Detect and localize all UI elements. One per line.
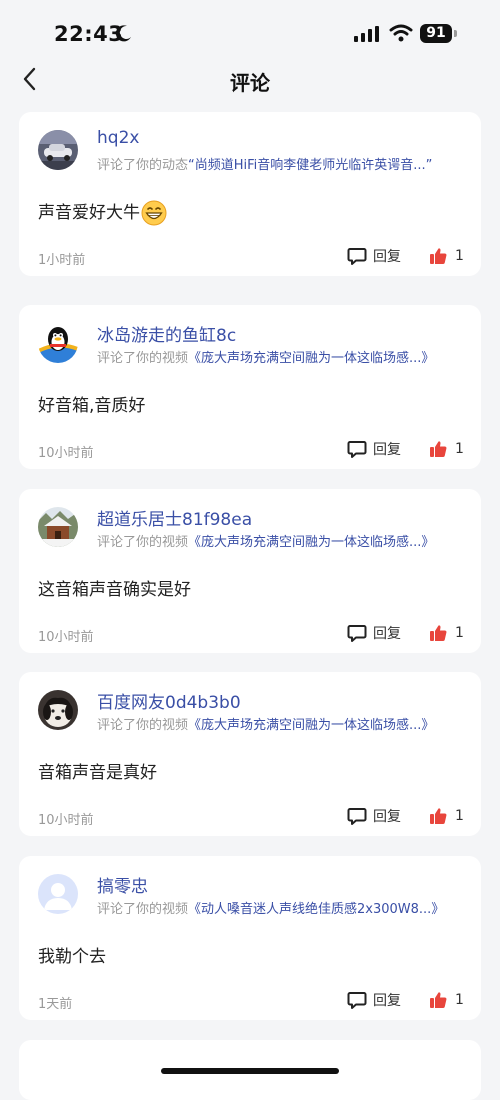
like-count: 1 xyxy=(455,625,464,641)
grinning-emoji-icon xyxy=(141,200,167,226)
username[interactable]: 超道乐居士81f98ea xyxy=(97,505,252,530)
comment-action: 评论了你的动态 xyxy=(97,158,189,173)
avatar[interactable] xyxy=(38,130,78,170)
like-count: 1 xyxy=(455,248,464,264)
reply-label: 回复 xyxy=(373,442,401,458)
comment-text: 音箱声音是真好 xyxy=(38,763,157,783)
moon-icon xyxy=(115,25,131,42)
avatar[interactable] xyxy=(38,507,78,547)
comment-context: 评论了你的视频《庞大声场充满空间融为一体这临场感...》 xyxy=(97,347,434,366)
comment-text: 我勒个去 xyxy=(38,947,106,967)
avatar[interactable] xyxy=(38,874,78,914)
like-button[interactable]: 1 xyxy=(429,438,464,460)
target-link[interactable]: “尚频道HiFi音响李健老师光临许英谔音...” xyxy=(188,158,432,173)
comment-context: 评论了你的视频《动人嗓音迷人声线绝佳质感2x300W8...》 xyxy=(97,898,444,917)
username[interactable]: 冰岛游走的鱼缸8c xyxy=(97,321,236,346)
comment-bubble-icon xyxy=(347,441,367,458)
comment-text: 好音箱,音质好 xyxy=(38,396,146,416)
timestamp: 10小时前 xyxy=(38,813,94,828)
comment-action: 评论了你的视频 xyxy=(97,535,189,550)
reply-label: 回复 xyxy=(373,993,401,1009)
thumbs-up-icon xyxy=(430,441,447,458)
like-count: 1 xyxy=(455,992,464,1008)
comment-context: 评论了你的视频《庞大声场充满空间融为一体这临场感...》 xyxy=(97,714,434,733)
reply-label: 回复 xyxy=(373,809,401,825)
comment-card[interactable]: 百度网友0d4b3b0 评论了你的视频《庞大声场充满空间融为一体这临场感...》… xyxy=(19,672,481,836)
home-indicator[interactable] xyxy=(161,1068,339,1074)
target-link[interactable]: 《动人嗓音迷人声线绝佳质感2x300W8...》 xyxy=(188,902,444,917)
comment-text: 声音爱好大牛 xyxy=(38,198,167,226)
target-link[interactable]: 《庞大声场充满空间融为一体这临场感...》 xyxy=(188,351,434,366)
timestamp: 10小时前 xyxy=(38,630,94,645)
reply-button[interactable]: 回复 xyxy=(347,438,401,460)
like-count: 1 xyxy=(455,441,464,457)
comment-action: 评论了你的视频 xyxy=(97,902,189,917)
comment-bubble-icon xyxy=(347,625,367,642)
timestamp: 1天前 xyxy=(38,997,73,1012)
reply-button[interactable]: 回复 xyxy=(347,245,401,267)
timestamp: 1小时前 xyxy=(38,253,86,268)
comment-context: 评论了你的视频《庞大声场充满空间融为一体这临场感...》 xyxy=(97,531,434,550)
reply-button[interactable]: 回复 xyxy=(347,805,401,827)
thumbs-up-icon xyxy=(430,625,447,642)
reply-label: 回复 xyxy=(373,249,401,265)
comment-bubble-icon xyxy=(347,808,367,825)
comment-context: 评论了你的动态“尚频道HiFi音响李健老师光临许英谔音...” xyxy=(97,154,432,173)
like-button[interactable]: 1 xyxy=(429,245,464,267)
signal-icon xyxy=(354,26,379,42)
like-button[interactable]: 1 xyxy=(429,989,464,1011)
battery-indicator: 91 xyxy=(420,24,452,43)
avatar[interactable] xyxy=(38,323,78,363)
wifi-icon xyxy=(389,24,413,42)
thumbs-up-icon xyxy=(430,808,447,825)
reply-label: 回复 xyxy=(373,626,401,642)
comment-action: 评论了你的视频 xyxy=(97,351,189,366)
status-time: 22:43 xyxy=(54,22,124,46)
timestamp: 10小时前 xyxy=(38,446,94,461)
comment-bubble-icon xyxy=(347,248,367,265)
thumbs-up-icon xyxy=(430,992,447,1009)
comment-text-body: 声音爱好大牛 xyxy=(38,203,140,223)
target-link[interactable]: 《庞大声场充满空间融为一体这临场感...》 xyxy=(188,535,434,550)
comment-action: 评论了你的视频 xyxy=(97,718,189,733)
comment-text: 这音箱声音确实是好 xyxy=(38,580,191,600)
like-count: 1 xyxy=(455,808,464,824)
page-title: 评论 xyxy=(230,71,270,95)
comment-card[interactable]: 超道乐居士81f98ea 评论了你的视频《庞大声场充满空间融为一体这临场感...… xyxy=(19,489,481,653)
avatar[interactable] xyxy=(38,690,78,730)
nav-bar: 评论 xyxy=(0,60,500,100)
thumbs-up-icon xyxy=(430,248,447,265)
status-bar: 22:43 91 xyxy=(0,0,500,64)
comment-card[interactable]: 冰岛游走的鱼缸8c 评论了你的视频《庞大声场充满空间融为一体这临场感...》 好… xyxy=(19,305,481,469)
comment-card[interactable]: hq2x 评论了你的动态“尚频道HiFi音响李健老师光临许英谔音...” 声音爱… xyxy=(19,112,481,276)
target-link[interactable]: 《庞大声场充满空间融为一体这临场感...》 xyxy=(188,718,434,733)
reply-button[interactable]: 回复 xyxy=(347,622,401,644)
username[interactable]: hq2x xyxy=(97,128,139,148)
battery-tip xyxy=(454,30,457,37)
username[interactable]: 百度网友0d4b3b0 xyxy=(97,688,241,713)
like-button[interactable]: 1 xyxy=(429,622,464,644)
comment-card[interactable]: 搞零忠 评论了你的视频《动人嗓音迷人声线绝佳质感2x300W8...》 我勒个去… xyxy=(19,856,481,1020)
reply-button[interactable]: 回复 xyxy=(347,989,401,1011)
username[interactable]: 搞零忠 xyxy=(97,872,148,897)
like-button[interactable]: 1 xyxy=(429,805,464,827)
comment-bubble-icon xyxy=(347,992,367,1009)
